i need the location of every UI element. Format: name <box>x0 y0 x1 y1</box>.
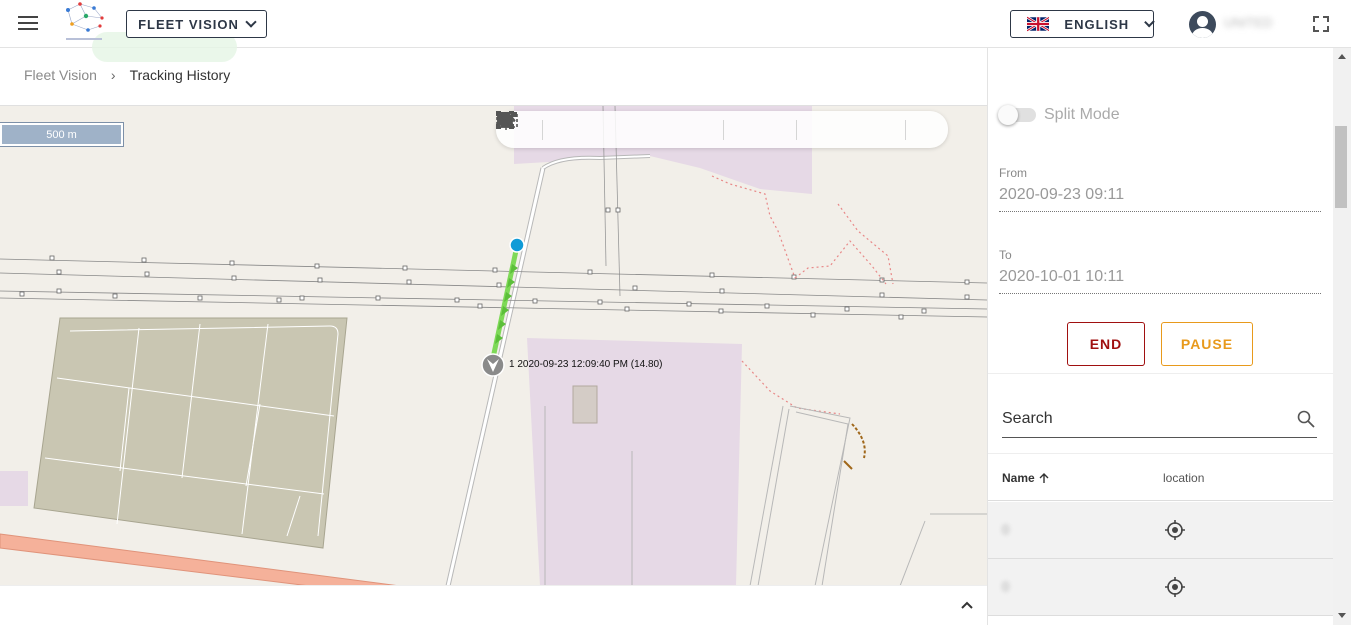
to-label: To <box>999 248 1012 262</box>
user-avatar-icon[interactable] <box>1189 11 1216 38</box>
uk-flag-icon <box>1027 16 1050 32</box>
table-row[interactable]: 0 <box>988 502 1334 559</box>
zoom-out-icon[interactable] <box>497 112 723 145</box>
toggle-switch[interactable] <box>998 105 1036 125</box>
vehicle-marker-icon[interactable] <box>481 353 505 377</box>
to-field[interactable]: To 2020-10-01 10:11 <box>999 248 1321 294</box>
vehicle-marker-label: 1 2020-09-23 12:09:40 PM (14.80) <box>509 359 663 370</box>
focus-icon[interactable] <box>496 111 615 145</box>
chevron-up-icon[interactable] <box>960 600 974 610</box>
select-area-icon[interactable] <box>496 112 796 145</box>
flag-icon[interactable] <box>498 113 579 145</box>
breadcrumb-fleet-vision[interactable]: Fleet Vision <box>24 67 97 83</box>
hamburger-icon[interactable] <box>18 15 38 31</box>
scroll-down-icon[interactable] <box>1338 613 1346 618</box>
language-label: ENGLISH <box>1064 16 1130 32</box>
fullscreen-icon[interactable] <box>1313 16 1329 32</box>
chevron-down-icon <box>245 16 257 28</box>
row-name: 0 <box>1002 579 1010 594</box>
scrollbar-thumb[interactable] <box>1335 126 1347 208</box>
zoom-in-icon[interactable] <box>497 112 687 145</box>
breadcrumb: Fleet Vision › Tracking History <box>24 67 230 83</box>
arrow-icon[interactable] <box>498 113 942 145</box>
chevron-down-icon <box>1144 16 1155 28</box>
map-toolbar <box>496 111 948 148</box>
breadcrumb-tracking-history: Tracking History <box>129 67 231 83</box>
breadcrumb-separator: › <box>110 67 116 83</box>
split-mode-label: Split Mode <box>1044 106 1120 123</box>
table-row[interactable]: 0 <box>988 559 1334 616</box>
start-point-marker[interactable] <box>509 237 525 253</box>
from-label: From <box>999 166 1027 180</box>
map-canvas[interactable] <box>0 106 987 585</box>
split-mode-toggle[interactable]: Split Mode <box>998 105 1120 125</box>
end-button[interactable]: END <box>1067 322 1145 366</box>
circle-icon[interactable] <box>497 112 905 145</box>
divider <box>988 373 1334 374</box>
panel-scrollbar[interactable] <box>1333 48 1351 625</box>
name-column-header[interactable]: Name <box>1002 471 1050 485</box>
from-value[interactable]: 2020-09-23 09:11 <box>999 186 1321 212</box>
line-tool-icon[interactable] <box>497 112 760 145</box>
location-column-header: location <box>1163 471 1205 485</box>
rectangle-icon[interactable] <box>497 112 869 145</box>
fleet-vision-label: FLEET VISION <box>138 16 239 32</box>
fit-bounds-icon[interactable] <box>497 112 651 145</box>
name-column-label: Name <box>1002 471 1035 485</box>
pause-button[interactable]: PAUSE <box>1161 322 1253 366</box>
search-icon[interactable] <box>1297 410 1315 428</box>
from-field[interactable]: From 2020-09-23 09:11 <box>999 166 1321 212</box>
tracking-map[interactable]: 500 m 1 2020-09-23 12:09:40 PM (14.80) <box>0 105 987 585</box>
scroll-up-icon[interactable] <box>1338 54 1346 59</box>
search-input[interactable] <box>1002 404 1282 434</box>
row-name: 0 <box>1002 522 1010 537</box>
bottom-panel <box>0 585 987 625</box>
fleet-vision-button[interactable]: FLEET VISION <box>126 10 267 38</box>
top-bar: FLEET VISION ENGLISH UNITED <box>0 0 1351 62</box>
user-name[interactable]: UNITED <box>1224 15 1272 30</box>
locate-icon[interactable] <box>1164 576 1186 598</box>
table-header: Name location <box>988 453 1334 501</box>
locate-icon[interactable] <box>1164 519 1186 541</box>
network-logo-icon[interactable] <box>60 0 108 46</box>
search-field[interactable] <box>1002 404 1317 438</box>
language-selector[interactable]: ENGLISH <box>1010 10 1155 38</box>
to-value[interactable]: 2020-10-01 10:11 <box>999 268 1321 294</box>
sort-arrow-up-icon <box>1039 473 1049 483</box>
map-scale: 500 m <box>0 123 123 146</box>
tracking-side-panel: Split Mode From 2020-09-23 09:11 To 2020… <box>987 48 1334 625</box>
polyline-icon[interactable] <box>496 113 833 145</box>
